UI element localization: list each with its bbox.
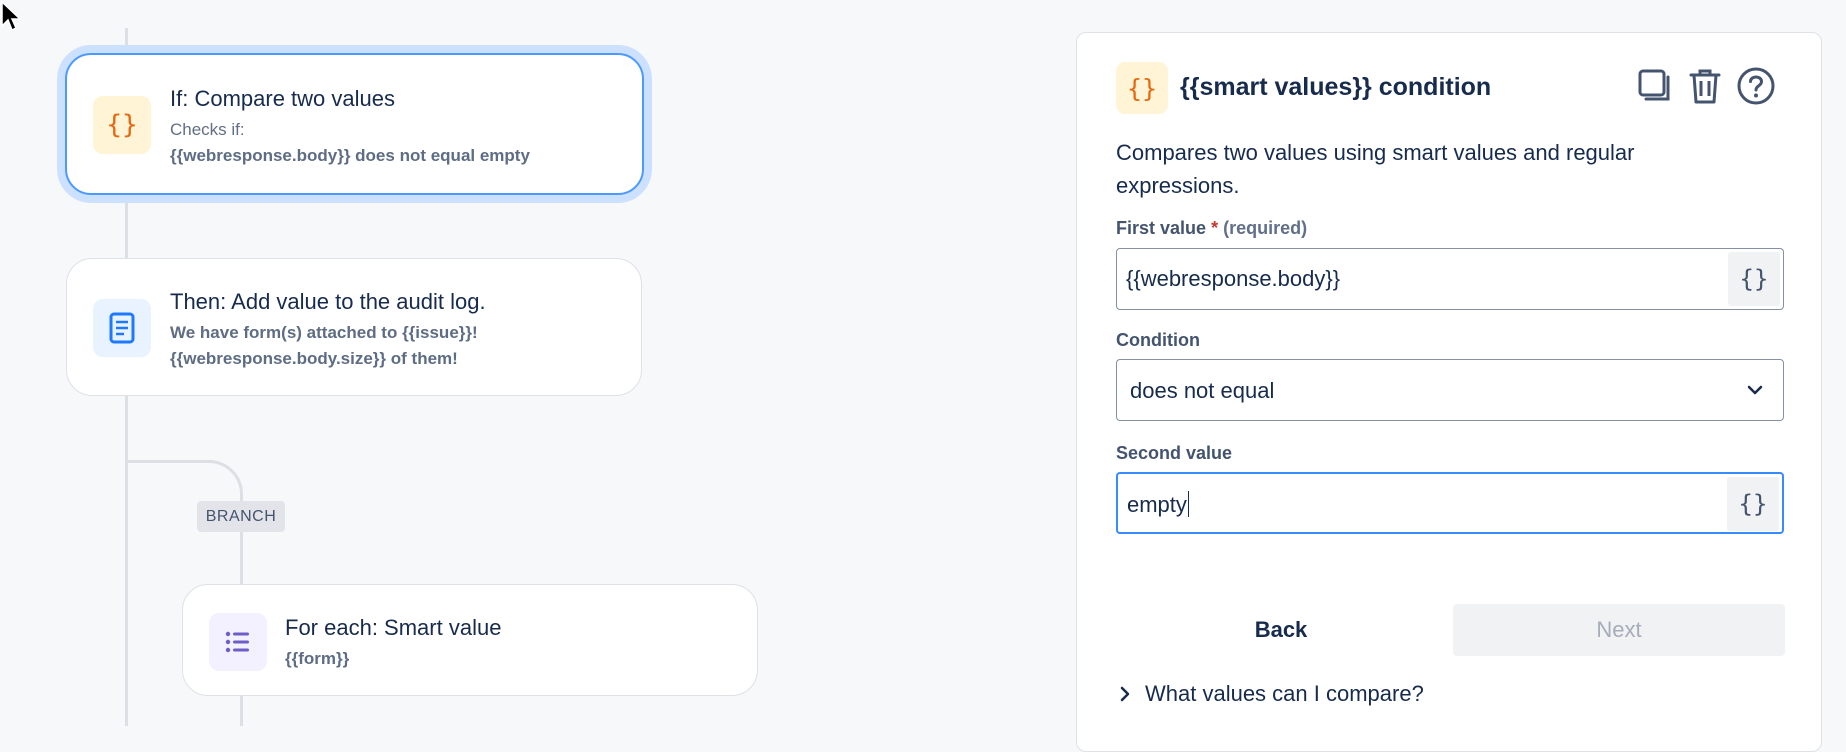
back-button[interactable]: Back: [1116, 604, 1446, 656]
condition-select[interactable]: does not equal: [1116, 359, 1784, 421]
if-card-title: If: Compare two values: [170, 86, 395, 111]
next-button[interactable]: Next: [1453, 604, 1785, 656]
required-text: (required): [1223, 218, 1308, 238]
second-value-typed: empty: [1127, 492, 1187, 517]
condition-label: Condition: [1116, 330, 1200, 350]
flow-connector-branch-down: [240, 532, 243, 584]
smart-value-icon-tile: {}: [93, 96, 151, 154]
what-values-expander-label: What values can I compare?: [1145, 681, 1424, 706]
first-value-label-text: First value: [1116, 218, 1207, 238]
mouse-cursor-icon: [1, 0, 22, 32]
second-value-label: Second value: [1116, 443, 1233, 463]
curly-braces-icon: {}: [1739, 265, 1769, 293]
trash-icon: [1689, 69, 1721, 104]
branch-label: BRANCH: [197, 501, 285, 532]
first-value-text: {{webresponse.body}}: [1126, 266, 1341, 291]
if-card-detail: {{webresponse.body}} does not equal empt…: [170, 146, 530, 165]
audit-icon-tile: [93, 299, 151, 357]
for-each-card-title: For each: Smart value: [285, 615, 502, 640]
for-each-card-detail: {{form}}: [285, 649, 350, 668]
condition-config-panel: {} {{smart values}} condition Compares t…: [1076, 32, 1822, 752]
curly-braces-icon: {}: [1126, 73, 1158, 103]
list-icon: [225, 631, 249, 653]
for-each-card[interactable]: For each: Smart value {{form}}: [182, 584, 758, 696]
first-value-input[interactable]: {{webresponse.body}} {}: [1116, 248, 1784, 310]
for-each-icon-tile: [209, 613, 267, 671]
second-value-input[interactable]: empty {}: [1116, 472, 1784, 534]
duplicate-icon: [1638, 69, 1670, 101]
if-compare-card[interactable]: {} If: Compare two values Checks if: {{w…: [65, 53, 644, 195]
first-value-label: First value * (required): [1116, 218, 1307, 239]
chevron-down-icon: [1747, 385, 1763, 395]
second-value-text: empty: [1127, 491, 1190, 518]
panel-title: {{smart values}} condition: [1180, 73, 1492, 101]
condition-selected-value: does not equal: [1130, 378, 1275, 403]
curly-braces-icon: {}: [106, 110, 138, 140]
then-card-line2: {{webresponse.body.size}} of them!: [170, 349, 458, 368]
if-card-subtitle: Checks if:: [170, 120, 245, 139]
document-icon: [109, 312, 135, 344]
text-caret: [1187, 491, 1190, 517]
curly-braces-icon: {}: [1738, 490, 1768, 518]
delete-button[interactable]: [1682, 63, 1728, 109]
smart-value-panel-icon-tile: {}: [1116, 62, 1168, 114]
then-card-line1: We have form(s) attached to {{issue}}!: [170, 323, 478, 342]
duplicate-button[interactable]: [1632, 63, 1678, 109]
then-audit-log-card[interactable]: Then: Add value to the audit log. We hav…: [66, 258, 642, 396]
required-marker: *: [1211, 218, 1219, 238]
what-values-expander[interactable]: What values can I compare?: [1119, 681, 1424, 707]
chevron-right-icon: [1120, 686, 1130, 702]
help-icon: [1737, 67, 1775, 105]
flow-connector-branch: [127, 460, 243, 502]
help-button[interactable]: [1733, 63, 1779, 109]
flow-connector-branch-below: [240, 696, 243, 726]
then-card-title: Then: Add value to the audit log.: [170, 289, 486, 314]
first-value-smart-value-button[interactable]: {}: [1728, 252, 1780, 306]
panel-description: Compares two values using smart values a…: [1116, 140, 1635, 198]
second-value-smart-value-button[interactable]: {}: [1727, 477, 1779, 531]
